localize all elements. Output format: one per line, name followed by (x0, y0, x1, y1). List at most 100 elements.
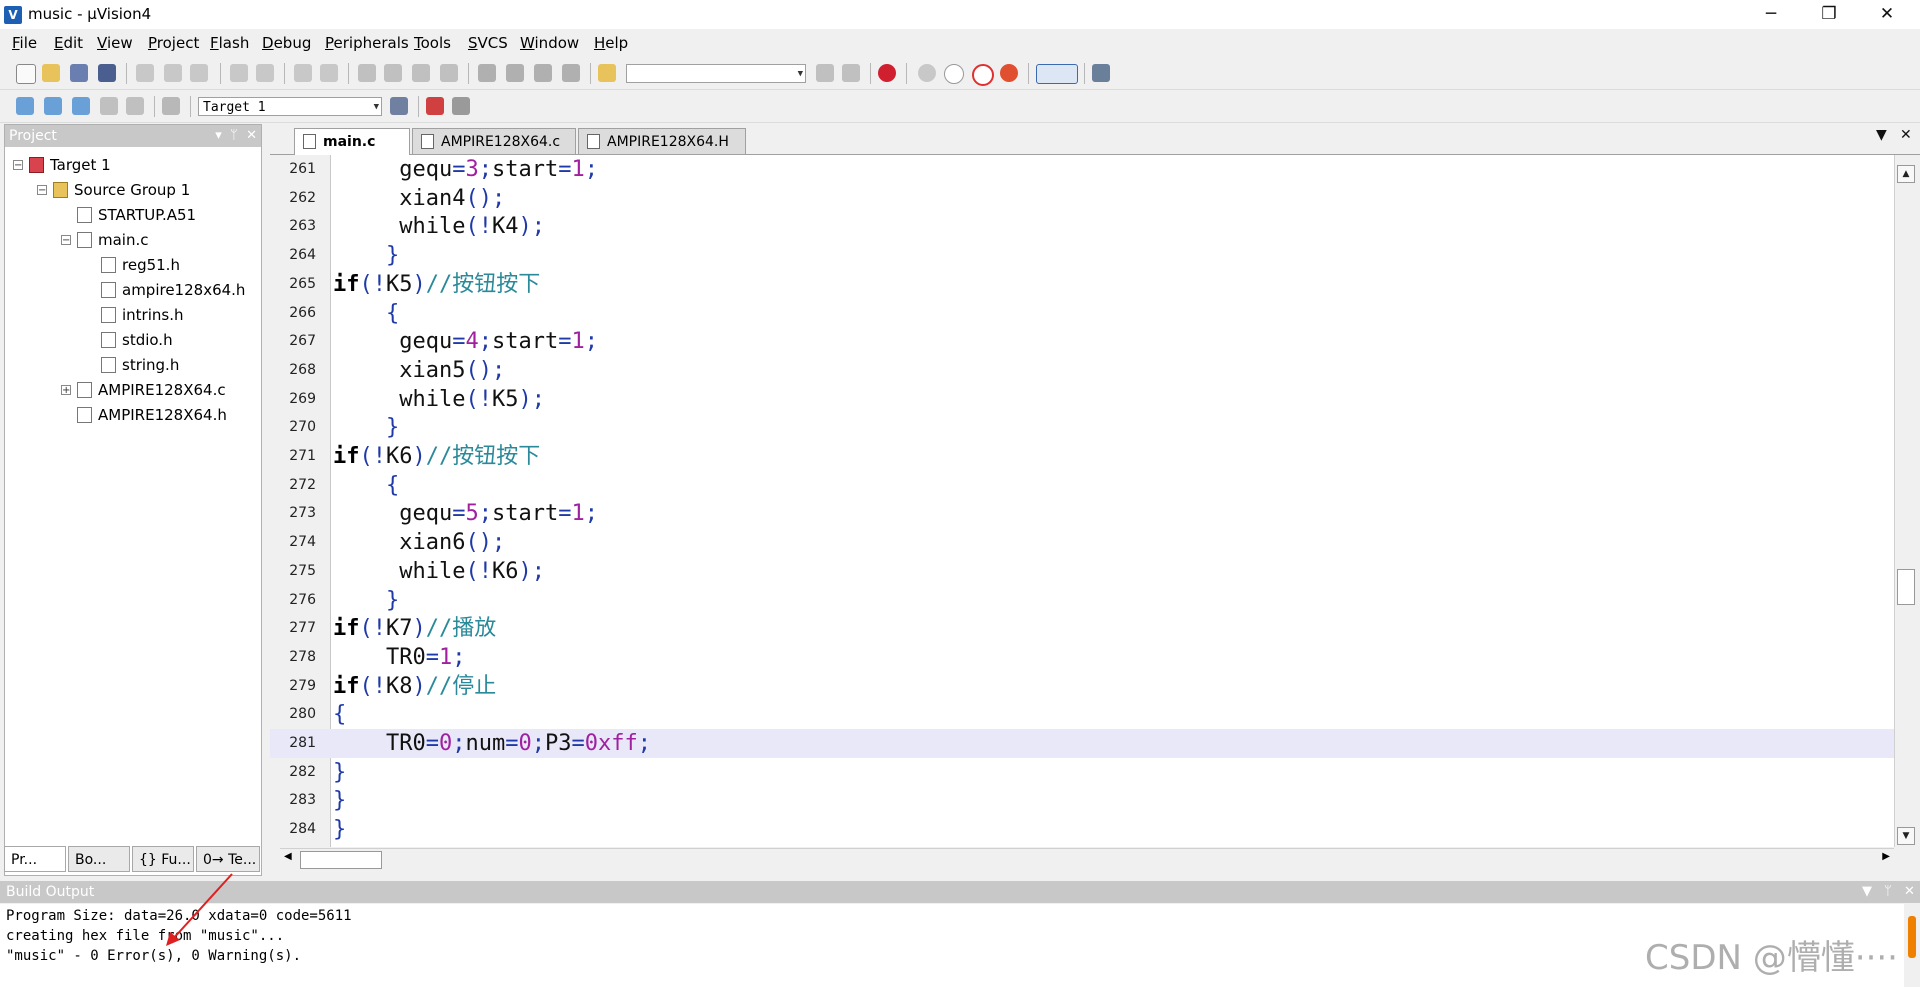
find-icon[interactable] (816, 64, 834, 82)
menu-file[interactable]: File (12, 34, 37, 52)
scroll-thumb[interactable] (1897, 569, 1915, 605)
tab-main-c[interactable]: main.c (294, 128, 410, 155)
indent-icon[interactable] (478, 64, 496, 82)
code-line[interactable]: 276 } (270, 586, 1894, 615)
window-layout-icon[interactable] (1036, 64, 1078, 84)
minimize-button[interactable]: ─ (1742, 0, 1800, 29)
panel-buttons[interactable]: ▾ ᛘ ✕ (215, 125, 257, 147)
manage-components-icon[interactable] (426, 97, 444, 115)
paste-icon[interactable] (190, 64, 208, 82)
code-line[interactable]: 271 if(!K6)//按钮按下 (270, 442, 1894, 471)
code-line[interactable]: 275 while(!K6); (270, 557, 1894, 586)
rebuild-icon[interactable] (72, 97, 90, 115)
scroll-right-arrow[interactable]: ▶ (1882, 851, 1890, 862)
tree-item[interactable]: stdio.h (101, 328, 173, 352)
close-button[interactable]: ✕ (1858, 0, 1916, 29)
tab-templates[interactable]: 0→ Te... (196, 846, 260, 872)
find-combo[interactable]: ▼ (626, 64, 806, 83)
editor-vertical-scrollbar[interactable]: ▲ ▼ (1894, 155, 1917, 847)
copy-icon[interactable] (164, 64, 182, 82)
expand-icon[interactable]: + (61, 385, 71, 396)
prev-bookmark-icon[interactable] (384, 64, 402, 82)
insert-breakpoint-icon[interactable] (918, 64, 936, 82)
code-line[interactable]: 270 } (270, 413, 1894, 442)
kill-breakpoints-icon[interactable] (1000, 64, 1018, 82)
restore-button[interactable]: ❐ (1800, 0, 1858, 29)
editor-horizontal-scrollbar[interactable]: ◀ ▶ (280, 848, 1894, 869)
clear-bookmarks-icon[interactable] (440, 64, 458, 82)
menu-tools[interactable]: Tools (414, 34, 451, 52)
build-output-pin-icon[interactable]: ᛘ (1884, 881, 1892, 903)
code-editor[interactable]: 261 gequ=3;start=1; 262 xian4(); 263 while… (270, 155, 1894, 847)
code-line[interactable]: 282} (270, 758, 1894, 787)
build-output-menu-icon[interactable]: ▼ (1862, 881, 1872, 903)
tab-ampire128x64-h[interactable]: AMPIRE128X64.H (578, 128, 746, 154)
uncomment-icon[interactable] (562, 64, 580, 82)
code-line[interactable]: 263 while(!K4); (270, 212, 1894, 241)
next-bookmark-icon[interactable] (412, 64, 430, 82)
tree-item[interactable]: + AMPIRE128X64.c (61, 378, 226, 402)
tab-books[interactable]: Bo... (68, 846, 130, 872)
tree-item[interactable]: − main.c (61, 228, 149, 252)
navigate-back-icon[interactable] (294, 64, 312, 82)
build-output-scrollbar[interactable] (1904, 904, 1920, 987)
tree-item[interactable]: reg51.h (101, 253, 180, 277)
build-output-close-icon[interactable]: ✕ (1904, 881, 1915, 903)
find-in-files-icon[interactable] (598, 64, 616, 82)
target-select[interactable]: Target 1 ▼ (198, 97, 382, 116)
translate-icon[interactable] (16, 97, 34, 115)
close-editor-icon[interactable]: ✕ (1900, 127, 1912, 143)
menu-flash[interactable]: Flash (210, 34, 249, 52)
build-output-pane[interactable]: Program Size: data=26.0 xdata=0 code=561… (0, 904, 1904, 987)
scroll-left-arrow[interactable]: ◀ (284, 851, 292, 862)
start-debug-icon[interactable] (878, 64, 896, 82)
code-line[interactable]: 265 if(!K5)//按钮按下 (270, 270, 1894, 299)
h-scroll-thumb[interactable] (300, 851, 382, 869)
batch-build-icon[interactable] (100, 97, 118, 115)
incremental-find-icon[interactable] (842, 64, 860, 82)
tree-item[interactable]: string.h (101, 353, 179, 377)
save-all-icon[interactable] (98, 64, 116, 82)
scroll-up-arrow[interactable]: ▲ (1897, 165, 1915, 183)
open-file-icon[interactable] (42, 64, 60, 82)
tree-item[interactable]: AMPIRE128X64.h (77, 403, 227, 427)
code-line[interactable]: 280 { (270, 700, 1894, 729)
code-line[interactable]: 262 xian4(); (270, 184, 1894, 213)
undo-icon[interactable] (230, 64, 248, 82)
tree-item[interactable]: − Target 1 (13, 153, 111, 177)
menu-help[interactable]: Help (594, 34, 628, 52)
code-line[interactable]: 268 xian5(); (270, 356, 1894, 385)
code-line[interactable]: 283} (270, 786, 1894, 815)
comment-icon[interactable] (534, 64, 552, 82)
code-line[interactable]: 272 { (270, 471, 1894, 500)
save-icon[interactable] (70, 64, 88, 82)
collapse-icon[interactable]: − (61, 235, 71, 246)
code-line[interactable]: 284} (270, 815, 1894, 844)
code-line[interactable]: 277 if(!K7)//播放 (270, 614, 1894, 643)
build-scroll-thumb[interactable] (1908, 916, 1916, 958)
manage-multiproject-icon[interactable] (452, 97, 470, 115)
menu-debug[interactable]: Debug (262, 34, 311, 52)
code-line[interactable]: 273 gequ=5;start=1; (270, 499, 1894, 528)
code-line[interactable]: 278 TR0=1; (270, 643, 1894, 672)
code-line[interactable]: 261 gequ=3;start=1; (270, 155, 1894, 184)
code-line[interactable]: 269 while(!K5); (270, 385, 1894, 414)
tab-ampire128x64-c[interactable]: AMPIRE128X64.c (412, 128, 576, 154)
menu-peripherals[interactable]: Peripherals (325, 34, 409, 52)
tree-item[interactable]: − Source Group 1 (37, 178, 190, 202)
stop-build-icon[interactable] (126, 97, 144, 115)
code-line[interactable]: 274 xian6(); (270, 528, 1894, 557)
load-download-icon[interactable] (162, 97, 180, 115)
tree-item[interactable]: ampire128x64.h (101, 278, 245, 302)
tab-list-icon[interactable]: ▼ (1876, 127, 1887, 143)
navigate-forward-icon[interactable] (320, 64, 338, 82)
disable-breakpoints-icon[interactable] (972, 64, 994, 86)
collapse-icon[interactable]: − (37, 185, 47, 196)
enable-breakpoint-icon[interactable] (944, 64, 964, 84)
tree-item[interactable]: intrins.h (101, 303, 184, 327)
configure-icon[interactable] (1092, 64, 1110, 82)
collapse-icon[interactable]: − (13, 160, 23, 171)
tab-project[interactable]: Pr... (4, 846, 66, 872)
menu-svcs[interactable]: SVCS (468, 34, 508, 52)
code-line[interactable]: 264 } (270, 241, 1894, 270)
